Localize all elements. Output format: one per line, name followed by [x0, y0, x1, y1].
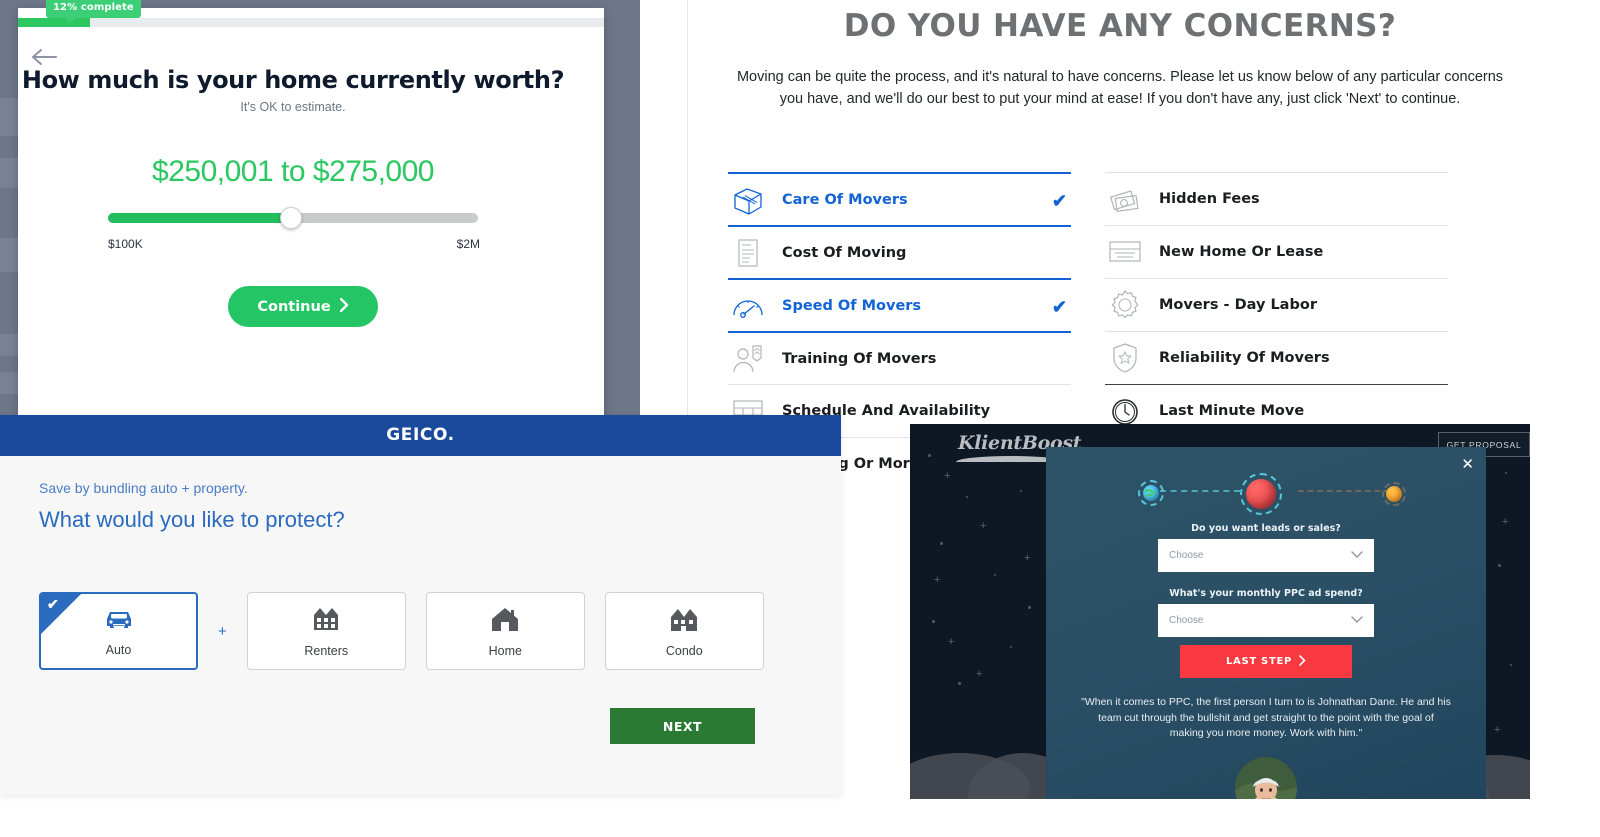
concern-label: Movers - Day Labor	[1159, 297, 1317, 313]
concern-label: Cost Of Moving	[782, 244, 907, 261]
concern-label: Training Of Movers	[782, 350, 937, 367]
check-icon: ✔	[47, 596, 59, 612]
concern-row-new-home-or-lease[interactable]: New Home Or Lease	[1105, 225, 1448, 278]
page-subtitle: It's OK to estimate.	[240, 100, 346, 114]
testimonial-quote: "When it comes to PPC, the first person …	[1081, 696, 1451, 739]
home-value-display: $250,001 to $275,000	[152, 155, 434, 188]
concern-label: Hidden Fees	[1159, 191, 1260, 207]
last-step-button[interactable]: LAST STEP	[1180, 645, 1352, 678]
progress-bar-track	[18, 18, 604, 27]
concern-row-cost-of-moving[interactable]: Cost Of Moving	[728, 225, 1071, 278]
geico-option-label: Home	[488, 643, 522, 658]
concern-label: New Home Or Lease	[1159, 244, 1324, 260]
geico-option-home[interactable]: Home	[425, 592, 585, 670]
progress-badge: 12% complete	[46, 0, 141, 23]
arrow-left-icon[interactable]	[32, 46, 58, 68]
geico-option-label: Auto	[105, 642, 132, 657]
concern-label: Care Of Movers	[782, 191, 908, 208]
screenshot-collage: 12% complete How much is your home curre…	[0, 0, 1600, 837]
concern-row-training-of-movers[interactable]: Training Of Movers	[728, 331, 1071, 384]
concern-row-hidden-fees[interactable]: Hidden Fees	[1105, 172, 1448, 225]
chevron-down-icon	[1351, 616, 1363, 627]
condo-icon	[668, 605, 700, 638]
progress-bar-fill	[18, 18, 90, 27]
chevron-right-icon	[1299, 654, 1306, 669]
concern-label: Speed Of Movers	[782, 297, 922, 314]
concern-row-speed-of-movers[interactable]: Speed Of Movers ✔	[728, 278, 1071, 331]
bill-icon	[728, 233, 768, 273]
home-value-slider[interactable]	[108, 205, 478, 235]
question-ppc-ad-spend: What's your monthly PPC ad spend?	[1169, 588, 1363, 599]
klientboost-panel: + + + + + + + + + KlientBoost GET PROPOS…	[910, 424, 1530, 799]
geico-option-label: Condo	[665, 643, 703, 658]
concern-label: Reliability Of Movers	[1159, 350, 1330, 366]
sold-sign-icon	[1105, 232, 1145, 272]
geico-heading: What would you like to protect?	[39, 507, 345, 532]
concerns-description: Moving can be quite the process, and it'…	[736, 69, 1504, 107]
car-icon	[102, 606, 136, 637]
money-icon	[1105, 179, 1145, 219]
plus-separator: +	[218, 622, 227, 640]
question-leads-or-sales: Do you want leads or sales?	[1191, 523, 1341, 534]
leads-or-sales-select[interactable]: Choose	[1158, 539, 1374, 572]
avatar	[1235, 757, 1297, 799]
page-title: How much is your home currently worth?	[21, 66, 565, 94]
concern-row-care-of-movers[interactable]: Care Of Movers ✔	[728, 172, 1071, 225]
concerns-title: DO YOU HAVE ANY CONCERNS?	[843, 8, 1397, 44]
earth-planet-icon[interactable]	[1143, 485, 1159, 501]
slider-min-label: $100K	[108, 237, 143, 251]
slider-fill	[108, 213, 290, 223]
mars-planet-icon[interactable]	[1246, 479, 1276, 509]
continue-button-label: Continue	[257, 298, 331, 315]
person-badge-icon	[728, 339, 768, 379]
house-icon	[489, 605, 521, 638]
continue-button[interactable]: Continue	[228, 286, 378, 327]
check-icon: ✔	[1051, 297, 1067, 317]
speedometer-icon	[728, 286, 768, 326]
home-worth-wizard-panel: 12% complete How much is your home curre…	[0, 0, 640, 420]
geico-option-renters[interactable]: Renters	[246, 592, 406, 670]
concern-row-movers-day-labor[interactable]: Movers - Day Labor	[1105, 278, 1448, 331]
geico-kicker: Save by bundling auto + property.	[39, 480, 248, 496]
ppc-ad-spend-select[interactable]: Choose	[1158, 604, 1374, 637]
next-button[interactable]: NEXT	[610, 708, 755, 744]
last-step-label: LAST STEP	[1225, 656, 1293, 667]
badge-icon	[1105, 285, 1145, 325]
geico-option-condo[interactable]: Condo	[604, 592, 764, 670]
geico-logo: GEICO.	[386, 425, 455, 445]
geico-option-auto[interactable]: ✔ Auto	[39, 592, 198, 670]
sun-planet-icon[interactable]	[1386, 486, 1402, 502]
step-progress-planets	[1046, 473, 1486, 515]
concern-row-reliability-of-movers[interactable]: Reliability Of Movers	[1105, 331, 1448, 384]
klientboost-modal: ✕ Do you want leads or sales? Choose Wha…	[1046, 447, 1486, 799]
box-icon	[728, 180, 768, 220]
close-icon[interactable]: ✕	[1461, 455, 1474, 473]
chevron-right-icon	[339, 297, 349, 316]
shield-star-icon	[1105, 338, 1145, 378]
concern-label: Last Minute Move	[1159, 403, 1305, 419]
slider-thumb[interactable]	[280, 207, 302, 229]
geico-panel: GEICO. Save by bundling auto + property.…	[0, 415, 841, 795]
chevron-down-icon	[1351, 551, 1363, 562]
ppc-ad-spend-value: Choose	[1169, 615, 1204, 626]
check-icon: ✔	[1051, 191, 1067, 211]
background-ghost-column	[0, 0, 30, 420]
apartment-icon	[310, 605, 342, 638]
geico-option-cards: ✔ Auto + Renters Home Condo	[39, 592, 784, 670]
leads-or-sales-value: Choose	[1169, 550, 1204, 561]
geico-option-label: Renters	[304, 643, 349, 658]
slider-max-label: $2M	[456, 237, 480, 251]
